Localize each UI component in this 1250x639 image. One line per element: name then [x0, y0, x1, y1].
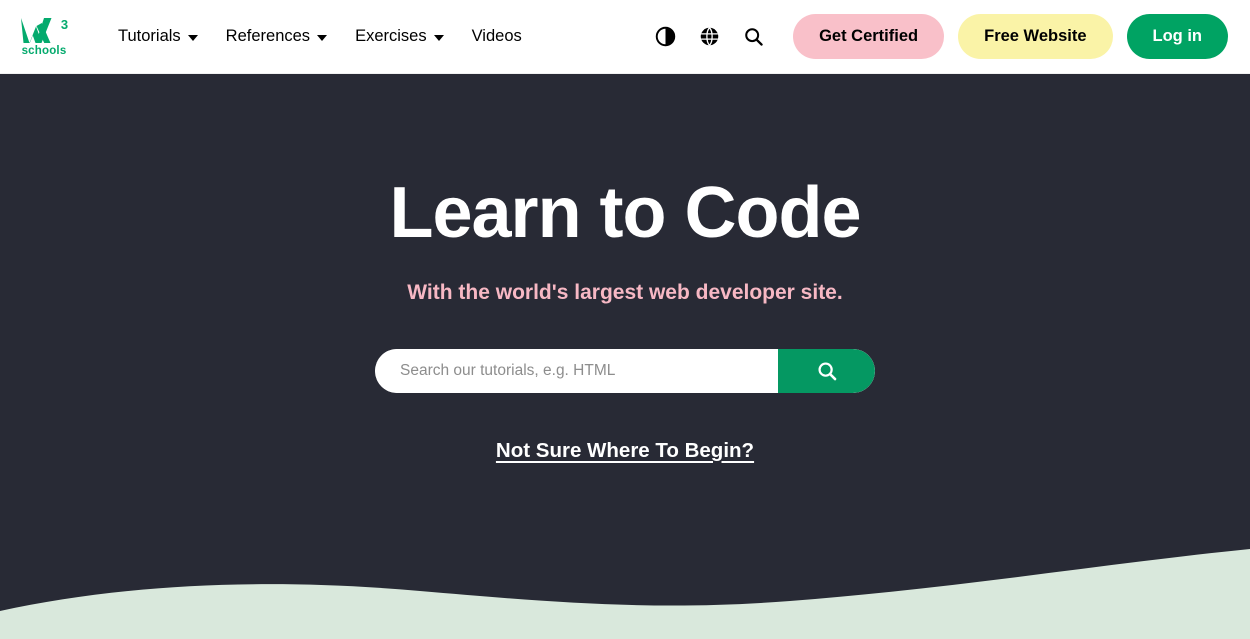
dark-mode-toggle-icon[interactable]: [651, 23, 679, 51]
log-in-button[interactable]: Log in: [1126, 14, 1228, 59]
top-navbar: 3 schools Tutorials References Exercises…: [0, 0, 1250, 74]
chevron-down-icon: [317, 34, 328, 41]
get-certified-button[interactable]: Get Certified: [793, 14, 945, 59]
search-icon[interactable]: [739, 23, 767, 51]
logo-superscript: 3: [60, 17, 69, 33]
search-submit-button[interactable]: [778, 348, 875, 393]
globe-translate-icon[interactable]: [695, 23, 723, 51]
nav-label-references: References: [225, 27, 311, 45]
nav-label-videos: Videos: [471, 27, 522, 45]
nav-item-videos[interactable]: Videos: [458, 17, 536, 56]
chevron-down-icon: [433, 34, 444, 41]
chevron-down-icon: [187, 34, 198, 41]
page-root: 3 schools Tutorials References Exercises…: [0, 0, 1250, 639]
nav-label-tutorials: Tutorials: [118, 27, 181, 45]
bottom-wave-decoration: [0, 549, 1250, 639]
free-website-button[interactable]: Free Website: [958, 14, 1113, 59]
navbar-icon-group: [651, 23, 767, 51]
logo-subtext: schools: [21, 45, 67, 58]
hero-subtitle: With the world's largest web developer s…: [407, 280, 843, 304]
nav-item-exercises[interactable]: Exercises: [341, 17, 458, 56]
nav-label-exercises: Exercises: [355, 27, 427, 45]
search-icon: [817, 362, 836, 380]
main-navigation: Tutorials References Exercises Videos: [104, 17, 536, 56]
nav-item-references[interactable]: References: [212, 17, 341, 56]
w3schools-logo[interactable]: 3 schools: [18, 15, 70, 58]
logo-w-glyph: 3: [18, 17, 70, 44]
search-input[interactable]: [375, 348, 778, 393]
navbar-button-group: Get Certified Free Website Log in: [793, 14, 1228, 59]
page-title: Learn to Code: [389, 173, 861, 253]
nav-item-tutorials[interactable]: Tutorials: [104, 17, 212, 56]
not-sure-where-to-begin-link[interactable]: Not Sure Where To Begin?: [496, 439, 754, 463]
logo-mark: 3 schools: [18, 17, 70, 58]
hero-search-form: [375, 348, 875, 393]
